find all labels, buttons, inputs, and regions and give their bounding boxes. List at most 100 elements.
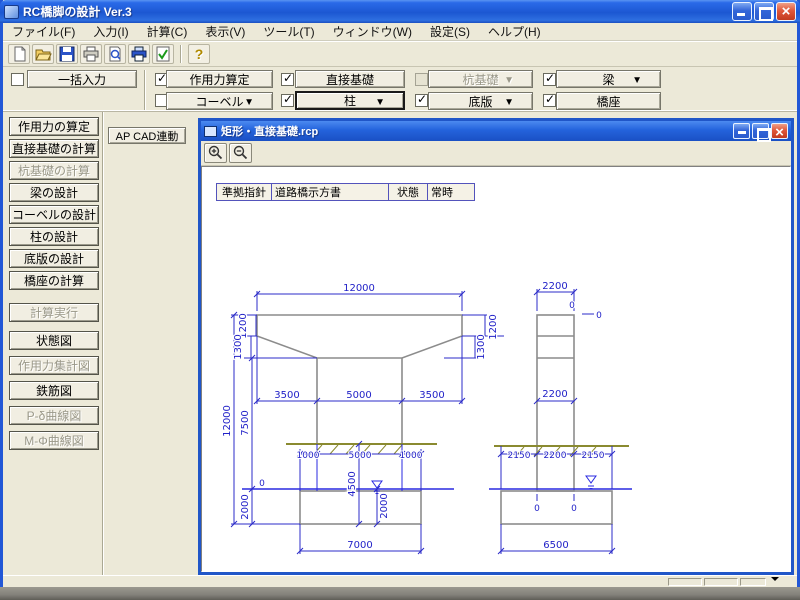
maximize-button[interactable]: [754, 2, 774, 21]
dim-ground-mid: 5000: [349, 451, 372, 461]
new-document-icon[interactable]: [8, 44, 30, 64]
checkbox-beam[interactable]: [543, 73, 556, 86]
sidebar-action-force[interactable]: 作用力の算定: [9, 117, 99, 136]
document-window: 矩形・直接基礎.rcp: [198, 118, 794, 575]
print-setup-icon[interactable]: [128, 44, 150, 64]
corbel-button[interactable]: コーベル: [166, 92, 273, 110]
sidebar-state-diagram[interactable]: 状態図: [9, 331, 99, 350]
sidebar-m-phi-curve[interactable]: M-Φ曲線図: [9, 431, 99, 450]
document-toolbar: [201, 141, 791, 166]
main-window: RC橋脚の設計 Ver.3 ファイル(F) 入力(I) 計算(C) 表示(V) …: [0, 0, 800, 587]
doc-close-button[interactable]: [771, 123, 788, 139]
beam-button[interactable]: 梁: [556, 70, 661, 88]
dim-side-zero-left: 0: [534, 504, 540, 514]
column-button[interactable]: 柱: [295, 91, 405, 110]
document-title: 矩形・直接基礎.rcp: [221, 123, 318, 139]
sidebar-beam-design[interactable]: 梁の設計: [9, 183, 99, 202]
dim-side-ground-mid: 2200: [544, 451, 567, 461]
sidebar-column-design[interactable]: 柱の設計: [9, 227, 99, 246]
dim-zero-front: 0: [259, 479, 265, 489]
dim-embed-depth: 4500: [347, 471, 358, 496]
dim-total-height: 12000: [222, 405, 233, 437]
footing-button[interactable]: 底版: [428, 92, 533, 110]
menu-settings[interactable]: 設定(S): [421, 22, 479, 41]
document-titlebar[interactable]: 矩形・直接基礎.rcp: [201, 121, 791, 141]
checkbox-batch-input[interactable]: [11, 73, 24, 86]
menu-window[interactable]: ウィンドウ(W): [324, 22, 421, 41]
dim-water-depth: 2000: [379, 493, 390, 518]
panel-separator: [144, 70, 146, 110]
sidebar-corbel-design[interactable]: コーベルの設計: [9, 205, 99, 224]
sidebar-p-delta-curve[interactable]: P-δ曲線図: [9, 406, 99, 425]
dim-ground-right: 1000: [400, 451, 423, 461]
sidebar-bridge-seat-calc[interactable]: 橋座の計算: [9, 271, 99, 290]
dim-ground-left: 1000: [297, 451, 320, 461]
print-preview-icon[interactable]: [104, 44, 126, 64]
dim-split-left: 3500: [274, 390, 299, 401]
dropdown-arrow-icon: [504, 72, 514, 86]
action-force-button[interactable]: 作用力算定: [166, 70, 273, 88]
taskbar-strip: [0, 587, 800, 600]
status-pane: [704, 578, 738, 586]
zoom-out-icon[interactable]: [229, 143, 252, 163]
save-icon[interactable]: [56, 44, 78, 64]
dropdown-arrow-icon: [375, 94, 385, 108]
toolbar-separator: [180, 45, 182, 63]
doc-minimize-button[interactable]: [733, 123, 750, 139]
sidebar-force-summary-diagram[interactable]: 作用力集計図: [9, 356, 99, 375]
menu-view[interactable]: 表示(V): [196, 22, 254, 41]
sidebar-spread-foundation[interactable]: 直接基礎の計算: [9, 139, 99, 158]
dim-side-ground-right: 2150: [582, 451, 605, 461]
minimize-button[interactable]: [732, 2, 752, 21]
spread-foundation-button[interactable]: 直接基礎: [295, 70, 405, 88]
checkbox-pile-foundation[interactable]: [415, 73, 428, 86]
dim-cap-upper-r: 1200: [488, 314, 499, 339]
dim-footing-h: 2000: [240, 494, 251, 519]
sidebar-pile-foundation[interactable]: 杭基礎の計算: [9, 161, 99, 180]
menu-help[interactable]: ヘルプ(H): [479, 22, 550, 41]
sidebar-run-calculation[interactable]: 計算実行: [9, 303, 99, 322]
dim-side-column-depth: 2200: [542, 389, 567, 400]
zoom-in-icon[interactable]: [204, 143, 227, 163]
bridge-seat-button[interactable]: 橋座: [556, 92, 661, 110]
close-button[interactable]: [776, 2, 796, 21]
dim-split-right: 3500: [419, 390, 444, 401]
status-overflow-arrow-icon[interactable]: [771, 577, 779, 585]
dim-side-top-width: 2200: [542, 281, 567, 292]
main-titlebar[interactable]: RC橋脚の設計 Ver.3: [0, 0, 800, 23]
dim-cap-taper: 1300: [233, 334, 244, 359]
print-icon[interactable]: [80, 44, 102, 64]
dim-side-zero-right: 0: [571, 504, 577, 514]
window-title: RC橋脚の設計 Ver.3: [23, 3, 132, 20]
statusbar: [3, 575, 797, 587]
open-file-icon[interactable]: [32, 44, 54, 64]
app-icon: [4, 5, 19, 19]
menu-file[interactable]: ファイル(F): [3, 22, 84, 41]
dim-footing-width: 7000: [347, 540, 372, 551]
checkbox-spread-foundation[interactable]: [281, 73, 294, 86]
dim-split-mid: 5000: [346, 390, 371, 401]
dim-side-zero-top: 0: [569, 301, 575, 311]
dropdown-arrow-icon: [244, 94, 254, 108]
checkbox-footing[interactable]: [415, 94, 428, 107]
batch-input-button[interactable]: 一括入力: [27, 70, 137, 88]
doc-maximize-button[interactable]: [752, 123, 769, 139]
document-icon: [204, 126, 217, 137]
menu-calc[interactable]: 計算(C): [138, 22, 197, 41]
status-pane: [740, 578, 766, 586]
ap-cad-link-button[interactable]: AP CAD連動: [108, 127, 186, 144]
checkbox-bridge-seat[interactable]: [543, 94, 556, 107]
sidebar-rebar-diagram[interactable]: 鉄筋図: [9, 381, 99, 400]
menu-tool[interactable]: ツール(T): [254, 22, 323, 41]
report-check-icon[interactable]: [152, 44, 174, 64]
pile-foundation-button[interactable]: 杭基礎: [428, 70, 533, 88]
desktop: RC橋脚の設計 Ver.3 ファイル(F) 入力(I) 計算(C) 表示(V) …: [0, 0, 800, 600]
sidebar-footing-design[interactable]: 底版の設計: [9, 249, 99, 268]
dim-side-zero-top2: 0: [596, 311, 602, 321]
dim-column-height: 7500: [240, 410, 251, 435]
menu-input[interactable]: 入力(I): [84, 22, 137, 41]
checkbox-column[interactable]: [281, 94, 294, 107]
help-icon[interactable]: [188, 44, 210, 64]
drawing-canvas: 準拠指針 道路橋示方書 状態 常時: [201, 166, 791, 572]
status-pane: [668, 578, 702, 586]
